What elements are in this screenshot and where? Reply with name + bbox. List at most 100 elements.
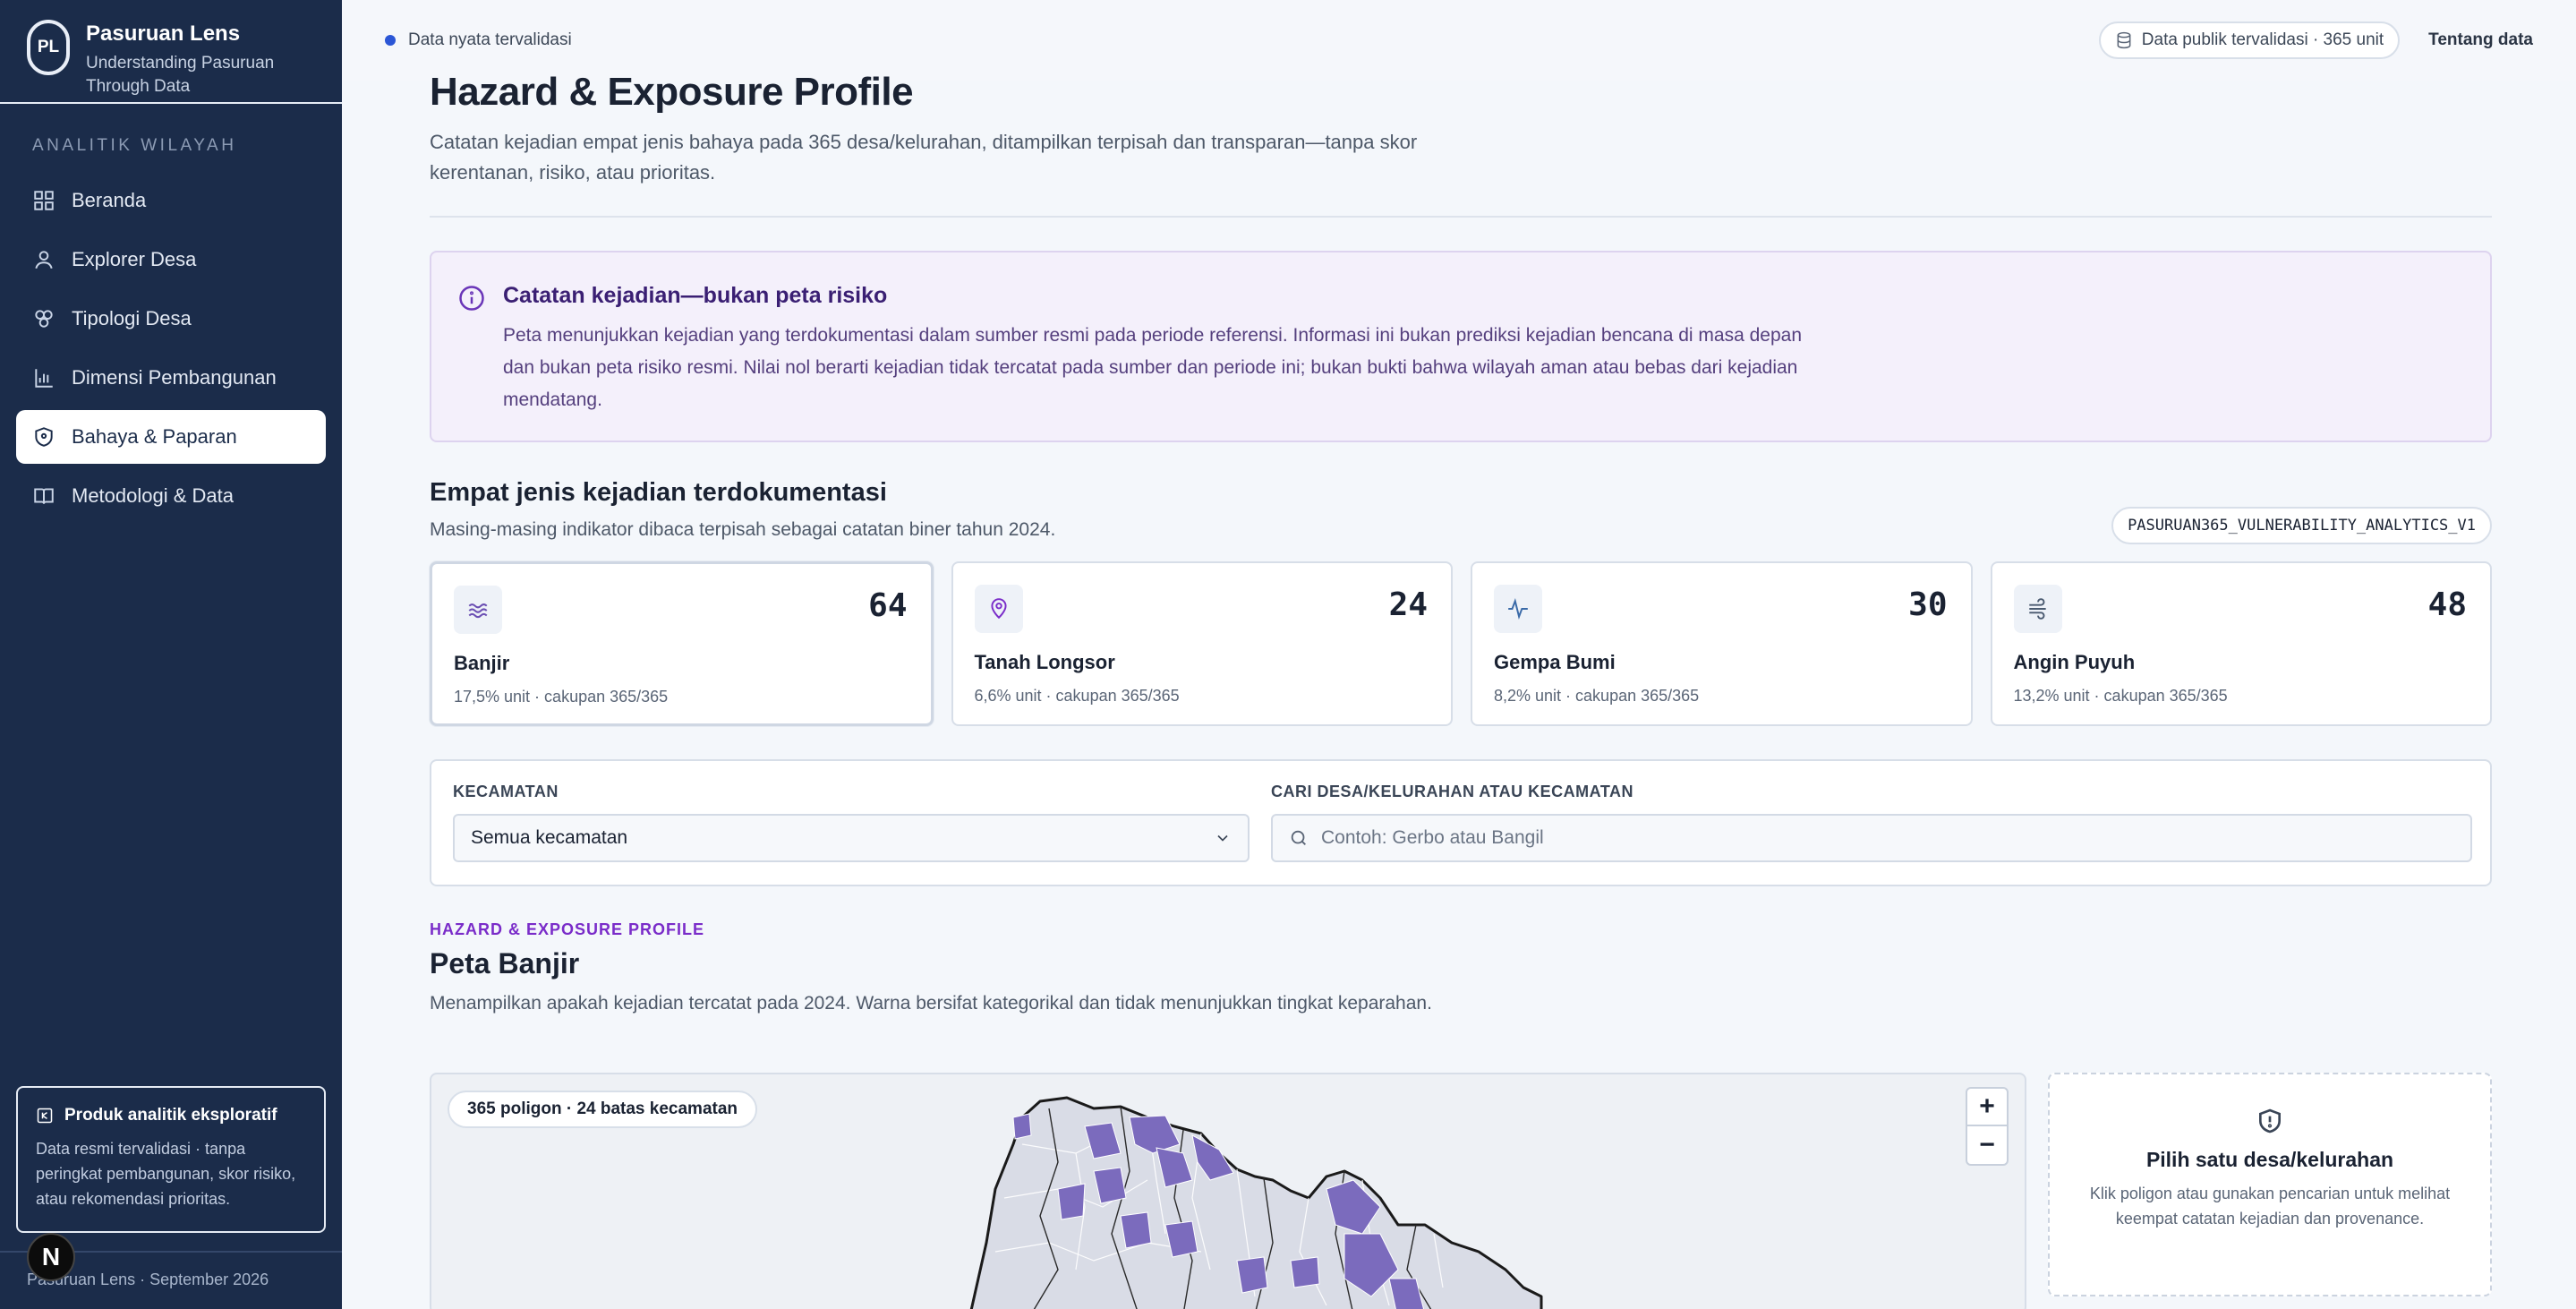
shield-icon [35, 427, 53, 447]
page-description: Catatan kejadian empat jenis bahaya pada… [430, 131, 1418, 184]
wind-icon [2028, 598, 2046, 620]
brand[interactable]: PL Pasuruan Lens Understanding Pasuruan … [0, 0, 342, 104]
sidebar-item-label: Dimensi Pembangunan [72, 366, 277, 389]
map-event-polygon[interactable] [1236, 1256, 1268, 1294]
nav-section-label: ANALITIK WILAYAH [32, 136, 237, 155]
search-input[interactable] [1321, 827, 2454, 849]
map-title: Peta Banjir [430, 947, 580, 980]
hazard-cards: 64 Banjir 17,5% unit · cakupan 365/365 2… [430, 561, 2492, 726]
sidebar-item-dimensi-pembangunan[interactable]: Dimensi Pembangunan [16, 351, 326, 405]
sidebar: PL Pasuruan Lens Understanding Pasuruan … [0, 0, 342, 1309]
sidebar-item-metodologi-data[interactable]: Metodologi & Data [16, 469, 326, 523]
brand-subtitle: Understanding Pasuruan Through Data [86, 54, 275, 96]
sidebar-item-tipologi-desa[interactable]: Tipologi Desa [16, 292, 326, 346]
brand-title: Pasuruan Lens [86, 21, 241, 46]
bar-chart-icon [35, 369, 53, 388]
page-title: Hazard & Exposure Profile [430, 70, 914, 114]
devtools-badge[interactable]: N [27, 1233, 75, 1281]
shield-alert-icon [2259, 1108, 2281, 1134]
exploratory-notice-title-text: Produk analitik eksploratif [64, 1106, 277, 1125]
notice-title: Catatan kejadian—bukan peta risiko [503, 283, 888, 308]
events-section-description: Masing-masing indikator dibaca terpisah … [430, 519, 1056, 540]
sidebar-item-label: Bahaya & Paparan [72, 425, 237, 448]
map-eyebrow: HAZARD & EXPOSURE PROFILE [430, 920, 705, 938]
map-description: Menampilkan apakah kejadian tercatat pad… [430, 993, 1432, 1014]
sidebar-item-beranda[interactable]: Beranda [16, 174, 326, 227]
hazard-map[interactable]: 365 poligon · 24 batas kecamatan + − [430, 1073, 2026, 1309]
card-icon-box [454, 586, 502, 634]
map-event-polygon[interactable] [1012, 1113, 1032, 1140]
live-status-text: Data nyata tervalidasi [408, 30, 572, 49]
dataset-code-badge: PASURUAN365_VULNERABILITY_ANALYTICS_V1 [2111, 507, 2492, 544]
info-icon [459, 286, 484, 311]
data-summary-pill: Data publik tervalidasi · 365 unit [2098, 21, 2401, 59]
sidebar-item-label: Metodologi & Data [72, 484, 234, 507]
map-pin-icon [990, 598, 1007, 620]
grid-icon [34, 191, 54, 210]
detail-title: Pilih satu desa/kelurahan [2145, 1148, 2394, 1171]
map-event-polygon[interactable] [1290, 1256, 1320, 1288]
info-square-icon [37, 1108, 53, 1124]
person-icon [35, 251, 53, 270]
exploratory-notice-title: Produk analitik eksploratif [36, 1106, 306, 1125]
chevron-down-icon [1217, 834, 1228, 842]
map-event-polygon[interactable] [1120, 1211, 1152, 1249]
notice-text: Peta menunjukkan kejadian yang terdokume… [503, 325, 1803, 410]
wave-icon [468, 603, 488, 619]
search-icon [1291, 830, 1306, 845]
top-bar: Data nyata tervalidasi Data publik terva… [342, 0, 2576, 81]
pulse-icon [1508, 598, 1528, 620]
district-select-value: Semua kecamatan [471, 827, 628, 848]
sidebar-item-label: Tipologi Desa [72, 307, 192, 329]
detail-text: Klik poligon atau gunakan pencarian untu… [2089, 1185, 2451, 1228]
sidebar-item-label: Explorer Desa [72, 248, 197, 270]
hazard-count: 64 [868, 587, 908, 624]
district-select[interactable]: Semua kecamatan [453, 814, 1250, 862]
hazard-card-tanah-longsor[interactable]: 24 Tanah Longsor 6,6% unit · cakupan 365… [951, 561, 1453, 726]
exploratory-notice-text: Data resmi tervalidasi · tanpa peringkat… [36, 1140, 296, 1208]
hazard-card-gempa-bumi[interactable]: 30 Gempa Bumi 8,2% unit · cakupan 365/36… [1471, 561, 1973, 726]
hazard-label: Banjir [454, 652, 510, 674]
live-status: Data nyata tervalidasi [385, 30, 572, 50]
risk-disclaimer-notice: Catatan kejadian—bukan peta risiko Peta … [430, 251, 2492, 442]
sidebar-item-explorer-desa[interactable]: Explorer Desa [16, 233, 326, 287]
pasuruan-choropleth[interactable] [968, 1091, 1577, 1309]
hazard-label: Angin Puyuh [2013, 651, 2136, 673]
card-icon-box [1494, 585, 1542, 633]
exploratory-notice-card: Produk analitik eksploratif Data resmi t… [16, 1086, 326, 1233]
data-summary-text: Data publik tervalidasi · 365 unit [2141, 30, 2384, 49]
hazard-count: 48 [2427, 586, 2467, 623]
sidebar-item-label: Beranda [72, 189, 147, 211]
cluster-icon [35, 310, 53, 328]
card-icon-box [2013, 585, 2062, 633]
district-filter-label: KECAMATAN [453, 783, 559, 800]
hazard-label: Tanah Longsor [974, 651, 1115, 673]
zoom-in-button[interactable]: + [1967, 1089, 2007, 1126]
hazard-card-angin-puyuh[interactable]: 48 Angin Puyuh 13,2% unit · cakupan 365/… [1990, 561, 2492, 726]
zoom-out-button[interactable]: − [1967, 1126, 2007, 1164]
map-event-polygon[interactable] [1057, 1183, 1086, 1220]
village-detail-placeholder: Pilih satu desa/kelurahan Klik poligon a… [2048, 1073, 2492, 1296]
filter-panel: KECAMATAN Semua kecamatan CARI DESA/KELU… [430, 759, 2492, 886]
about-data-link[interactable]: Tentang data [2428, 30, 2533, 50]
card-icon-box [974, 585, 1023, 633]
map-polygon-count-pill: 365 poligon · 24 batas kecamatan [448, 1091, 758, 1128]
hazard-label: Gempa Bumi [1494, 651, 1616, 673]
hazard-meta: 8,2% unit · cakupan 365/365 [1494, 687, 1700, 705]
events-section-title: Empat jenis kejadian terdokumentasi [430, 478, 887, 507]
divider [430, 216, 2492, 218]
status-dot-icon [385, 35, 396, 46]
search-filter-label: CARI DESA/KELURAHAN ATAU KECAMATAN [1271, 783, 1633, 800]
book-icon [34, 488, 54, 504]
database-icon [2117, 31, 2131, 49]
map-zoom-controls: + − [1966, 1087, 2009, 1166]
hazard-card-banjir[interactable]: 64 Banjir 17,5% unit · cakupan 365/365 [430, 561, 934, 726]
hazard-count: 24 [1388, 586, 1428, 623]
hazard-meta: 6,6% unit · cakupan 365/365 [974, 687, 1180, 705]
search-box [1271, 814, 2472, 862]
hazard-meta: 17,5% unit · cakupan 365/365 [454, 688, 669, 706]
hazard-meta: 13,2% unit · cakupan 365/365 [2013, 687, 2228, 705]
hazard-count: 30 [1908, 586, 1948, 623]
brand-logo: PL [27, 20, 70, 75]
sidebar-item-bahaya-paparan[interactable]: Bahaya & Paparan [16, 410, 326, 464]
